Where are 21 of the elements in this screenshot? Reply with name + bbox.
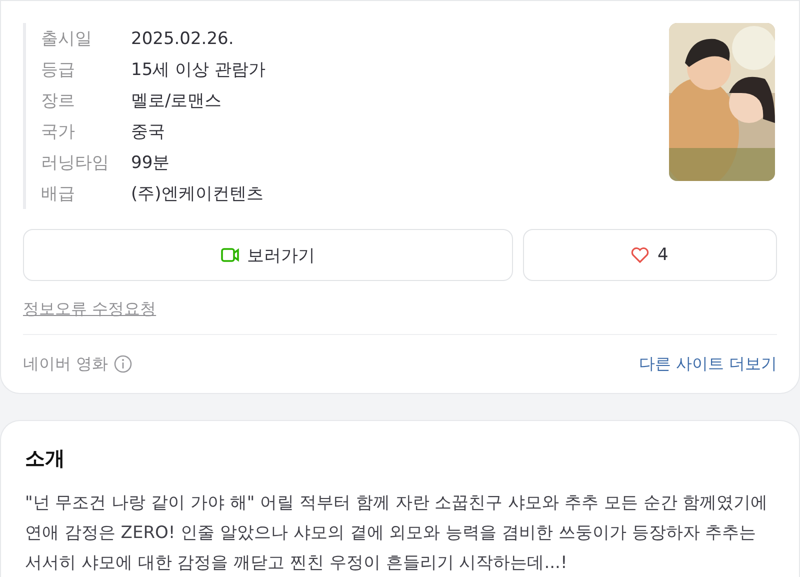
info-value: 멜로/로맨스 (131, 90, 222, 112)
info-label: 출시일 (41, 28, 93, 50)
intro-paragraph: "넌 무조건 나랑 같이 가야 해" 어릴 적부터 함께 자란 소꿉친구 샤모와 추추 모든 순간 함께였기에 연애 감정은 ZERO! 인줄 알았으나 샤모의 곁에 외모와 능력을 겸비한 쓰둥이가 등장하자 추추는 서서히 샤모에 대한 감정을 깨닫고 찐친 우정이 흔들리기 시작하는데...! (25, 492, 769, 575)
info-label: 배급 (41, 183, 76, 205)
info-value: 99분 (131, 152, 170, 174)
watch-button[interactable]: 보러가기 (23, 229, 513, 281)
info-icon[interactable] (114, 355, 132, 373)
heart-icon (631, 247, 650, 263)
video-icon (220, 247, 239, 263)
info-label: 장르 (41, 90, 76, 112)
info-value: 2025.02.26. (131, 28, 234, 48)
info-value: 15세 이상 관람가 (131, 59, 266, 81)
info-value: (주)엔케이컨텐츠 (131, 183, 264, 205)
source-label: 네이버 영화 (23, 354, 108, 374)
info-label: 국가 (41, 121, 76, 143)
info-label: 러닝타임 (41, 152, 110, 174)
info-value: 중국 (131, 121, 165, 143)
section-title: 소개 (25, 445, 66, 472)
info-label: 등급 (41, 59, 76, 81)
more-sites-link[interactable]: 다른 사이트 더보기 (638, 354, 777, 374)
like-button[interactable]: 4 (522, 229, 777, 281)
